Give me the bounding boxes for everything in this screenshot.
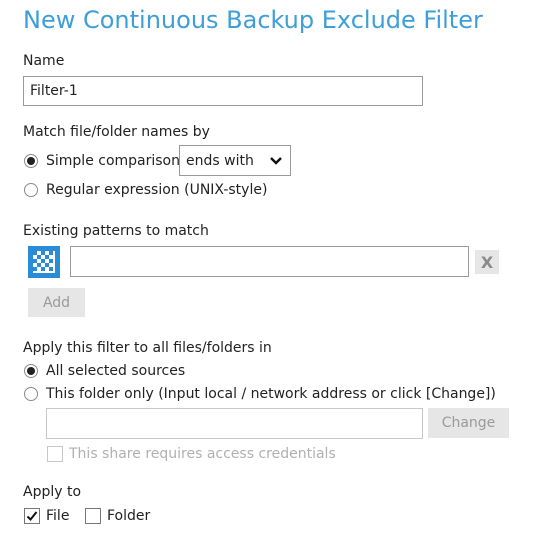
folder-checkbox[interactable] [85,508,101,524]
simple-comparison-radio[interactable] [24,154,38,168]
add-pattern-button[interactable]: Add [28,288,85,317]
credentials-checkbox[interactable] [47,446,63,462]
all-sources-label: All selected sources [46,363,186,379]
comparison-select-value: ends with [186,152,254,169]
all-sources-radio[interactable] [24,364,38,378]
folder-path-input[interactable] [46,408,423,439]
pattern-grid-icon[interactable] [28,246,60,278]
name-input-value: Filter-1 [30,83,78,99]
chevron-down-icon [270,153,282,169]
remove-pattern-button[interactable]: X [475,250,499,274]
regex-label: Regular expression (UNIX-style) [46,182,268,198]
file-checkbox[interactable] [24,508,40,524]
apply-filter-label: Apply this filter to all files/folders i… [23,340,272,356]
this-folder-label: This folder only (Input local / network … [46,386,496,402]
this-folder-radio[interactable] [24,387,38,401]
close-icon: X [480,252,494,272]
file-label: File [46,508,70,524]
change-button-label: Change [441,415,496,431]
regex-radio[interactable] [24,183,38,197]
pattern-input[interactable] [70,246,469,277]
name-label: Name [23,53,65,69]
dialog-title: New Continuous Backup Exclude Filter [23,6,483,34]
patterns-label: Existing patterns to match [23,223,209,239]
simple-comparison-label: Simple comparison [46,153,180,169]
match-by-label: Match file/folder names by [23,124,210,140]
name-input[interactable]: Filter-1 [23,76,423,106]
change-button[interactable]: Change [428,408,509,438]
apply-to-label: Apply to [23,484,82,500]
checkmark-icon [26,507,38,526]
comparison-select[interactable]: ends with [179,145,291,176]
credentials-label: This share requires access credentials [69,446,336,462]
folder-label: Folder [107,508,151,524]
add-button-label: Add [42,294,71,311]
